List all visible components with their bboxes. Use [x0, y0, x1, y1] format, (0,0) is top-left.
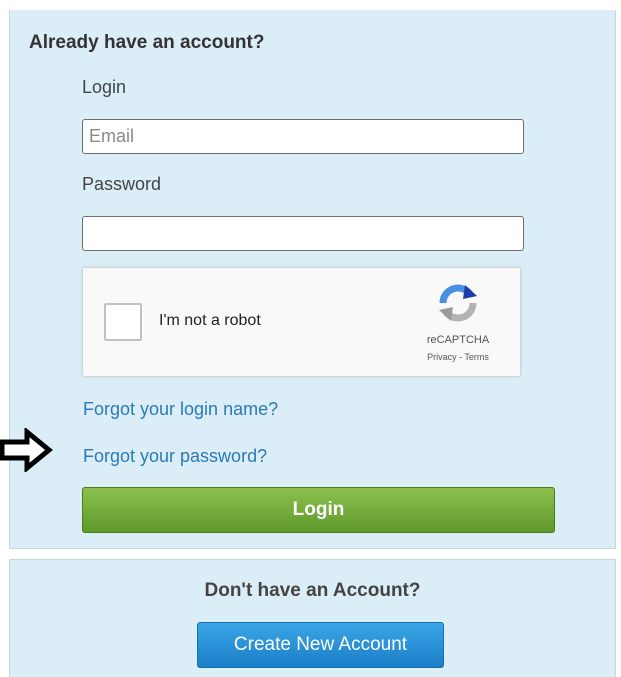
signup-panel-title: Don't have an Account? [204, 580, 421, 601]
forgot-login-name-link[interactable]: Forgot your login name? [83, 399, 278, 420]
password-field[interactable] [82, 216, 524, 251]
right-arrow-icon [0, 428, 53, 472]
recaptcha-label: I'm not a robot [159, 312, 261, 329]
recaptcha-logo-icon [439, 284, 477, 322]
email-field[interactable] [82, 119, 524, 154]
login-button[interactable]: Login [82, 487, 555, 533]
signup-panel: Don't have an Account? Create New Accoun… [9, 559, 616, 677]
recaptcha-privacy-terms[interactable]: Privacy - Terms [408, 352, 508, 362]
recaptcha-brand: reCAPTCHA [426, 334, 490, 346]
create-new-account-button[interactable]: Create New Account [197, 622, 444, 668]
recaptcha-widget: I'm not a robot reCAPTCHA Privacy - Term… [82, 267, 521, 377]
password-label: Password [82, 174, 162, 194]
login-panel: Already have an account? Login Password … [9, 10, 616, 549]
recaptcha-checkbox[interactable] [104, 303, 142, 341]
forgot-password-link[interactable]: Forgot your password? [83, 446, 267, 467]
login-panel-title: Already have an account? [29, 32, 265, 53]
login-label: Login [82, 77, 127, 97]
